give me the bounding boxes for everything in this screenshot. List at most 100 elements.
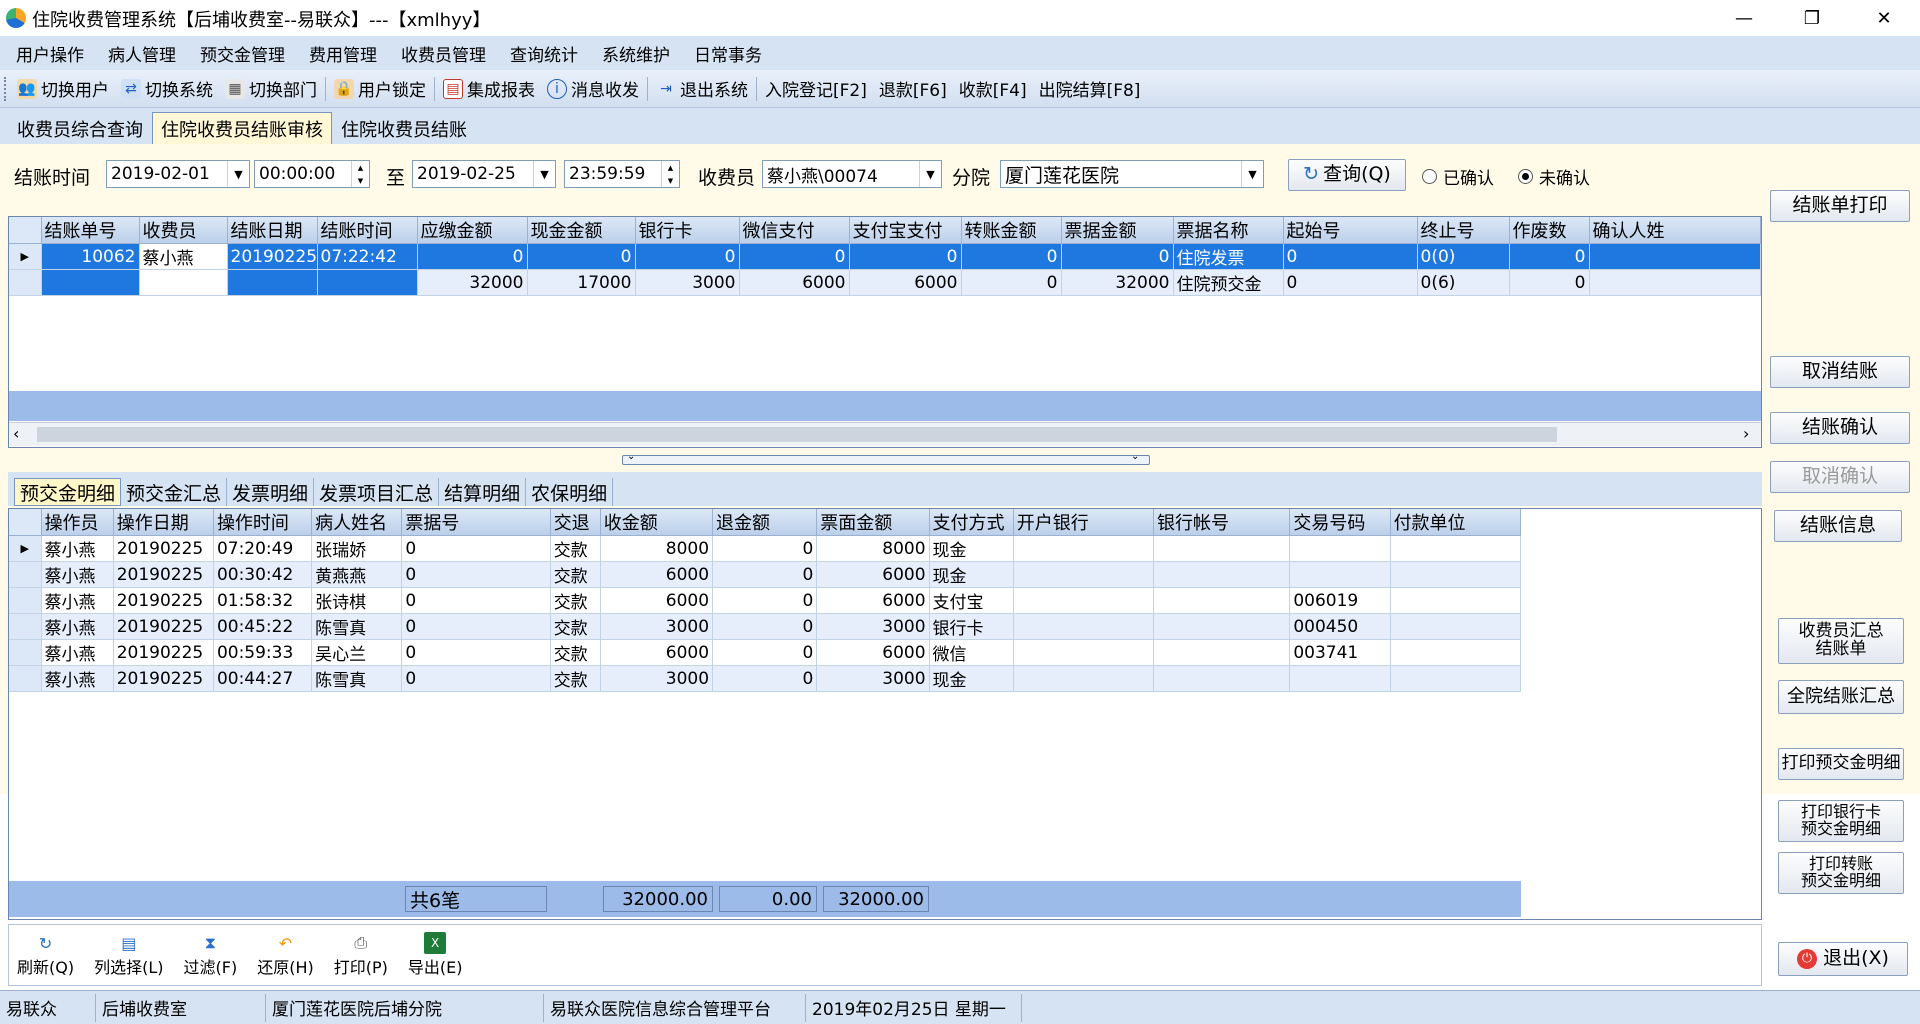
menu-daily[interactable]: 日常事务 (682, 41, 774, 66)
cell[interactable]: 20190225 (113, 665, 214, 692)
refund-button[interactable]: 退款[F6] (873, 74, 953, 104)
cell[interactable]: 32000 (417, 269, 528, 296)
col-payer-unit[interactable]: 付款单位 (1390, 509, 1522, 536)
cell[interactable]: 陈雪真 (311, 613, 403, 640)
col-settle-time[interactable]: 结账时间 (317, 217, 418, 244)
col-bank-card[interactable]: 银行卡 (635, 217, 740, 244)
cell[interactable]: 0 (1061, 243, 1174, 270)
tab-prepay-summary[interactable]: 预交金汇总 (121, 478, 228, 506)
restore-button-grid[interactable]: ↶ 还原(H) (257, 932, 314, 978)
menu-user-ops[interactable]: 用户操作 (4, 41, 96, 66)
exit-system-button[interactable]: ⇥ 退出系统 (650, 74, 754, 104)
date-to-picker[interactable]: 2019-02-25 ▼ (412, 160, 556, 188)
menu-patient[interactable]: 病人管理 (96, 41, 188, 66)
cell[interactable]: 蔡小燕 (41, 587, 114, 614)
cell[interactable]: 交款 (550, 561, 601, 588)
cell[interactable]: 20190225 (113, 639, 214, 666)
cell[interactable]: 蔡小燕 (41, 561, 114, 588)
query-button[interactable]: ↻ 查询(Q) (1288, 159, 1406, 191)
cell[interactable]: 20190225 (113, 587, 214, 614)
cell[interactable] (41, 269, 140, 296)
table-row[interactable]: 蔡小燕 20190225 01:58:32 张诗棋 0 交款 6000 0 6000 支付宝 006… (9, 587, 1522, 614)
cell[interactable] (1153, 587, 1291, 614)
cell[interactable]: 20190225 (227, 243, 318, 270)
table-row[interactable]: ▶ 蔡小燕 20190225 07:20:49 张瑞娇 0 交款 8000 0 8000 现金 (9, 535, 1522, 562)
cell[interactable]: 6000 (816, 639, 930, 666)
col-bank-account[interactable]: 银行帐号 (1153, 509, 1291, 536)
cell[interactable] (1153, 639, 1291, 666)
dropdown-arrow-icon[interactable]: ▼ (919, 161, 941, 187)
cell[interactable]: 6000 (600, 639, 714, 666)
table-row[interactable]: 蔡小燕 20190225 00:45:22 陈雪真 0 交款 3000 0 3000 银行卡 000… (9, 613, 1522, 640)
cell[interactable] (1390, 613, 1522, 640)
cell[interactable]: 0 (1283, 243, 1418, 270)
cell[interactable]: 07:20:49 (213, 535, 313, 562)
cell[interactable]: 住院发票 (1173, 243, 1284, 270)
col-bank[interactable]: 开户银行 (1013, 509, 1155, 536)
collect-button[interactable]: 收款[F4] (953, 74, 1033, 104)
cell[interactable]: 01:58:32 (213, 587, 313, 614)
cell[interactable]: 6000 (600, 561, 714, 588)
cell[interactable]: 3000 (600, 613, 714, 640)
cell[interactable]: 0 (1509, 269, 1590, 296)
menu-query-stats[interactable]: 查询统计 (498, 41, 590, 66)
cell[interactable]: 0 (712, 639, 818, 666)
time-from-input[interactable]: 00:00:00 ▲ ▼ (254, 160, 370, 188)
cell[interactable]: 蔡小燕 (41, 535, 114, 562)
col-cashier[interactable]: 收费员 (139, 217, 228, 244)
col-cash-amount[interactable]: 现金金额 (527, 217, 636, 244)
col-operator[interactable]: 操作员 (41, 509, 114, 536)
print-transfer-prepay-button[interactable]: 打印转账 预交金明细 (1778, 852, 1904, 894)
print-prepay-detail-button[interactable]: 打印预交金明细 (1778, 748, 1904, 780)
print-bank-prepay-button[interactable]: 打印银行卡 预交金明细 (1778, 800, 1904, 842)
cell[interactable]: 住院预交金 (1173, 269, 1284, 296)
cell[interactable]: 0 (401, 561, 551, 588)
cell[interactable]: 0(0) (1417, 243, 1510, 270)
cell[interactable]: 07:22:42 (317, 243, 418, 270)
tab-cashier-query[interactable]: 收费员综合查询 (8, 114, 152, 144)
time-spinner[interactable]: ▲ ▼ (661, 161, 679, 187)
cell[interactable]: 0(6) (1417, 269, 1510, 296)
switch-system-button[interactable]: ⇄ 切换系统 (115, 74, 219, 104)
dropdown-arrow-icon[interactable]: ▼ (1241, 161, 1263, 187)
messages-button[interactable]: i 消息收发 (541, 74, 645, 104)
scroll-right-icon[interactable]: › (1743, 424, 1749, 443)
col-patient-name[interactable]: 病人姓名 (311, 509, 403, 536)
cell[interactable]: 陈雪真 (311, 665, 403, 692)
cell[interactable] (1289, 561, 1391, 588)
cell[interactable]: 32000 (1061, 269, 1174, 296)
cashier-summary-button[interactable]: 收费员汇总 结账单 (1778, 618, 1904, 664)
chevron-down-icon[interactable]: ⌄ (627, 451, 635, 462)
admission-button[interactable]: 入院登记[F2] (759, 74, 873, 104)
cell[interactable]: 00:44:27 (213, 665, 313, 692)
cell[interactable]: 张诗棋 (311, 587, 403, 614)
cell[interactable]: 蔡小燕 (41, 665, 114, 692)
cell[interactable]: 20190225 (113, 613, 214, 640)
export-button[interactable]: X 导出(E) (408, 932, 462, 978)
col-bill-name[interactable]: 票据名称 (1173, 217, 1284, 244)
col-refunded[interactable]: 退金额 (712, 509, 818, 536)
cell[interactable]: 6000 (849, 269, 962, 296)
cell[interactable]: 交款 (550, 613, 601, 640)
cell[interactable] (1013, 587, 1155, 614)
cell[interactable]: 3000 (816, 665, 930, 692)
close-button[interactable]: ✕ (1848, 0, 1920, 36)
filter-button[interactable]: ⧗ 过滤(F) (184, 932, 238, 978)
cell[interactable]: 0 (417, 243, 528, 270)
time-to-input[interactable]: 23:59:59 ▲ ▼ (564, 160, 680, 188)
print-settlement-button[interactable]: 结账单打印 (1770, 190, 1910, 222)
cell[interactable]: 微信 (929, 639, 1014, 666)
cell[interactable] (139, 269, 228, 296)
cell[interactable]: 蔡小燕 (41, 613, 114, 640)
cell[interactable]: 0 (961, 243, 1062, 270)
cell[interactable]: 003741 (1289, 639, 1391, 666)
cell[interactable]: 现金 (929, 665, 1014, 692)
cell[interactable]: 0 (712, 561, 818, 588)
tab-prepay-detail[interactable]: 预交金明细 (14, 478, 122, 506)
column-select-button[interactable]: ▤ 列选择(L) (94, 932, 163, 978)
col-bill-amount[interactable]: 票据金额 (1061, 217, 1174, 244)
cell[interactable]: 0 (401, 613, 551, 640)
cancel-settlement-button[interactable]: 取消结账 (1770, 356, 1910, 388)
cell[interactable] (1153, 613, 1291, 640)
col-pay-refund[interactable]: 交退 (550, 509, 601, 536)
